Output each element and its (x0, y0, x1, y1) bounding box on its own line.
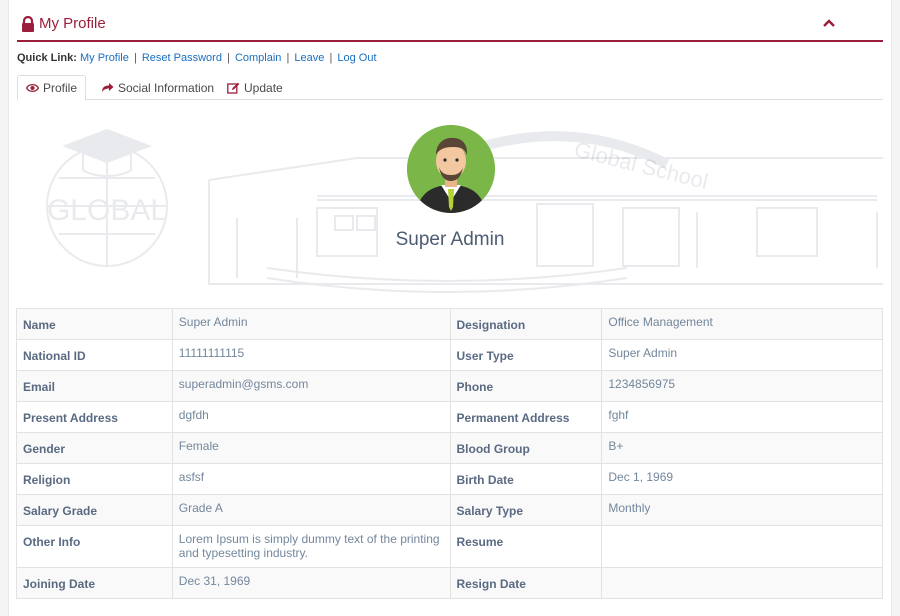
tab-update[interactable]: Update (219, 75, 291, 100)
quick-link-label: Quick Link: (17, 52, 77, 64)
quick-links: Quick Link: My Profile | Reset Password … (17, 52, 377, 64)
profile-tabs: Profile Social Information Update (17, 75, 883, 101)
tab-label: Profile (43, 81, 78, 95)
detail-value: Super Admin (601, 339, 883, 371)
detail-value (601, 525, 883, 568)
quick-link-complain[interactable]: Complain (235, 52, 281, 64)
profile-details-table: Name Super Admin Designation Office Managem… (16, 308, 883, 599)
watermark-logo-text: GLOBAL (47, 194, 167, 227)
detail-value: Super Admin (171, 308, 451, 340)
panel-title-text: My Profile (39, 15, 106, 32)
detail-label: Resign Date (449, 567, 603, 599)
detail-value: Lorem Ipsum is simply dummy text of the … (171, 525, 451, 568)
watermark-banner-text: Global School (572, 137, 711, 194)
profile-name: Super Admin (395, 229, 505, 250)
detail-value: asfsf (171, 463, 451, 495)
detail-value: Dec 1, 1969 (601, 463, 883, 495)
detail-label: Other Info (16, 525, 173, 568)
table-row: Present Address dgfdh Permanent Address fgh… (16, 401, 883, 433)
panel-title: My Profile (21, 15, 106, 32)
panel-header: My Profile (17, 8, 883, 42)
detail-label: Birth Date (449, 463, 603, 495)
quick-link-my-profile[interactable]: My Profile (80, 52, 129, 64)
detail-label: Name (16, 308, 173, 340)
detail-value: Dec 31, 1969 (171, 567, 451, 599)
detail-value: Grade A (171, 494, 451, 526)
detail-label: Designation (449, 308, 603, 340)
detail-label: Present Address (16, 401, 173, 433)
quick-link-log-out[interactable]: Log Out (337, 52, 376, 64)
detail-label: Gender (16, 432, 173, 464)
detail-value: Female (171, 432, 451, 464)
detail-label: Email (16, 370, 173, 402)
table-row: Joining Date Dec 31, 1969 Resign Date (16, 567, 883, 599)
avatar (407, 125, 495, 213)
user-avatar-icon (407, 125, 495, 213)
detail-value: fghf (601, 401, 883, 433)
detail-label: Joining Date (16, 567, 173, 599)
tab-label: Social Information (118, 80, 215, 95)
table-row: National ID 11111111115 User Type Super Adm… (16, 339, 883, 371)
detail-label: Salary Type (449, 494, 603, 526)
detail-label: Phone (449, 370, 603, 402)
tab-profile[interactable]: Profile (17, 75, 87, 101)
detail-value: Monthly (601, 494, 883, 526)
detail-label: Permanent Address (449, 401, 603, 433)
quick-link-separator: | (286, 52, 290, 64)
table-row: Email superadmin@gsms.com Phone 1234856975 (16, 370, 883, 402)
detail-value: 11111111115 (171, 339, 451, 371)
chevron-up-icon[interactable] (821, 15, 837, 31)
detail-label: Resume (449, 525, 603, 568)
detail-label: User Type (449, 339, 603, 371)
detail-label: National ID (16, 339, 173, 371)
table-row: Name Super Admin Designation Office Managem… (16, 308, 883, 340)
table-row: Gender Female Blood Group B+ (16, 432, 883, 464)
share-icon (102, 83, 114, 92)
detail-value (601, 567, 883, 599)
quick-link-leave[interactable]: Leave (294, 52, 324, 64)
tab-label: Update (244, 80, 283, 95)
detail-value: Office Management (601, 308, 883, 340)
quick-link-reset-password[interactable]: Reset Password (142, 52, 222, 64)
tab-social-information[interactable]: Social Information (93, 75, 222, 100)
quick-link-separator: | (227, 52, 230, 64)
detail-value: B+ (601, 432, 883, 464)
detail-label: Salary Grade (16, 494, 173, 526)
detail-value: dgfdh (171, 401, 451, 433)
table-row: Religion asfsf Birth Date Dec 1, 1969 (16, 463, 883, 495)
table-row: Other Info Lorem Ipsum is simply dummy te… (16, 525, 883, 568)
detail-value: 1234856975 (601, 370, 883, 402)
edit-icon (227, 82, 240, 94)
detail-label: Religion (16, 463, 173, 495)
detail-label: Blood Group (449, 432, 603, 464)
table-row: Salary Grade Grade A Salary Type Monthly (16, 494, 883, 526)
eye-icon (26, 83, 39, 93)
quick-link-separator: | (133, 52, 137, 64)
quick-link-separator: | (329, 52, 333, 64)
lock-icon (22, 15, 34, 32)
profile-hero: GLOBAL Global School Super Admin (17, 108, 883, 298)
detail-value: superadmin@gsms.com (171, 370, 451, 402)
